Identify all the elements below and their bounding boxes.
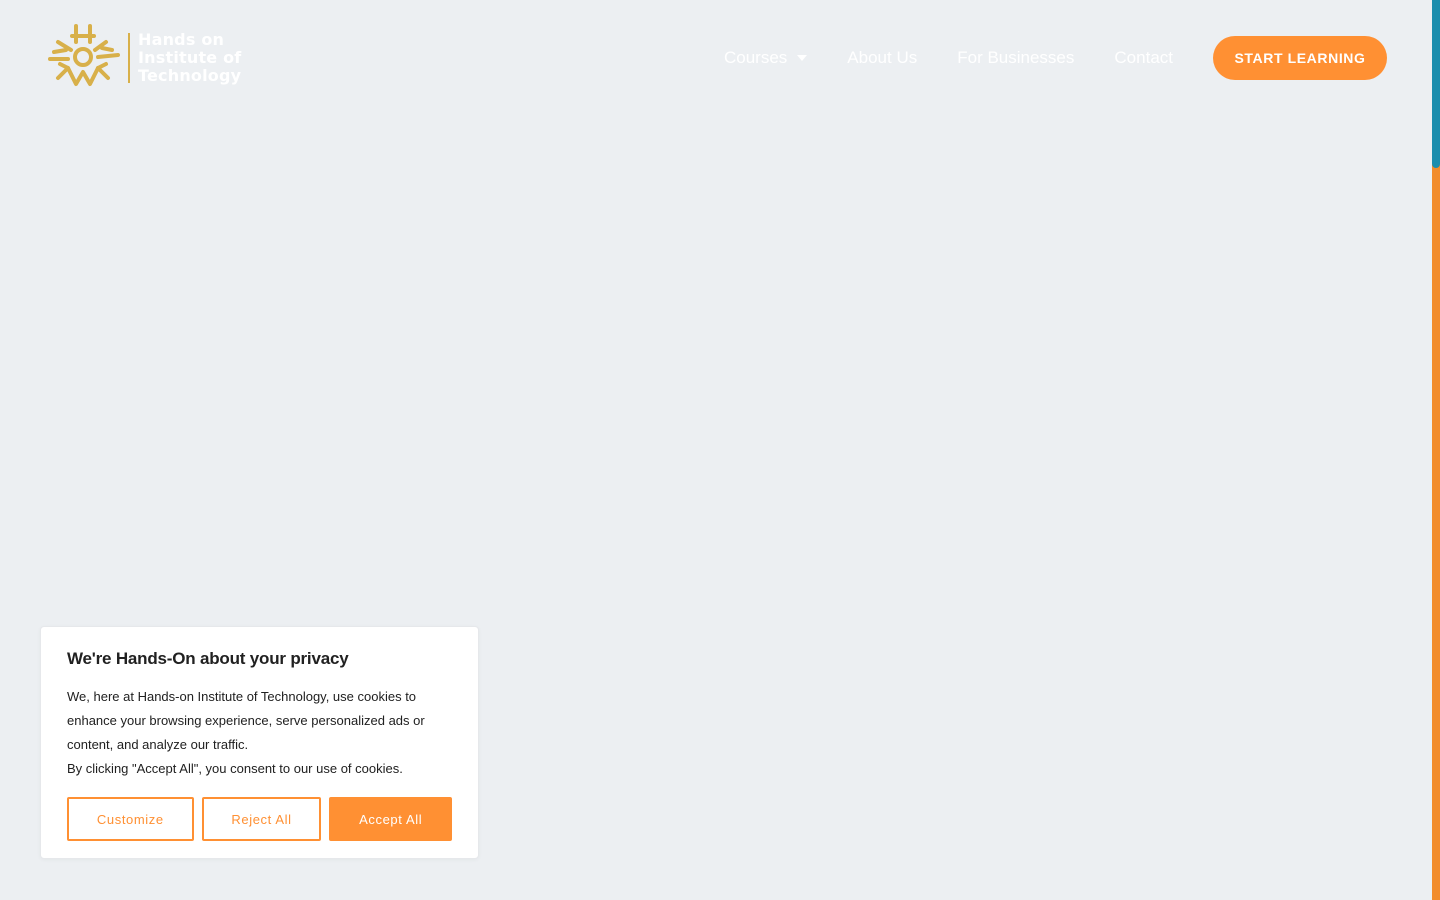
logo-line-3: Technology: [138, 66, 242, 85]
nav-item-for-businesses[interactable]: For Businesses: [957, 48, 1074, 68]
chevron-down-icon: [797, 55, 808, 61]
logo-divider: [128, 33, 130, 83]
customize-button[interactable]: Customize: [67, 797, 194, 841]
main-nav: Courses About Us For Businesses Contact …: [724, 36, 1387, 80]
sun-gear-logo-icon: [46, 22, 122, 94]
cookie-banner-consent-note: By clicking "Accept All", you consent to…: [67, 761, 403, 776]
cookie-banner-actions: Customize Reject All Accept All: [67, 797, 452, 841]
start-learning-button[interactable]: START LEARNING: [1213, 36, 1387, 80]
accept-all-button[interactable]: Accept All: [329, 797, 452, 841]
logo-wordmark: Hands on Institute of Technology: [138, 31, 241, 85]
cookie-banner-description: We, here at Hands-on Institute of Techno…: [67, 689, 425, 752]
nav-about-label: About Us: [847, 48, 918, 67]
logo-line-1: Hands on: [138, 30, 225, 49]
cookie-consent-banner: We're Hands-On about your privacy We, he…: [40, 626, 479, 859]
scrollbar-thumb[interactable]: [1432, 0, 1440, 168]
page: Hands on Institute of Technology Courses…: [0, 0, 1440, 900]
nav-item-courses[interactable]: Courses: [723, 48, 808, 68]
cookie-banner-title: We're Hands-On about your privacy: [67, 649, 349, 668]
nav-contact-label: Contact: [1114, 48, 1173, 67]
reject-all-button[interactable]: Reject All: [201, 797, 322, 841]
nav-item-about-us[interactable]: About Us: [847, 48, 917, 68]
page-scrollbar[interactable]: [1432, 0, 1440, 900]
nav-courses-label: Courses: [723, 48, 788, 67]
nav-item-contact[interactable]: Contact: [1114, 48, 1173, 68]
nav-businesses-label: For Businesses: [957, 48, 1075, 67]
site-logo[interactable]: Hands on Institute of Technology: [46, 22, 241, 94]
logo-line-2: Institute of: [138, 48, 242, 67]
site-header: Hands on Institute of Technology Courses…: [0, 0, 1432, 116]
